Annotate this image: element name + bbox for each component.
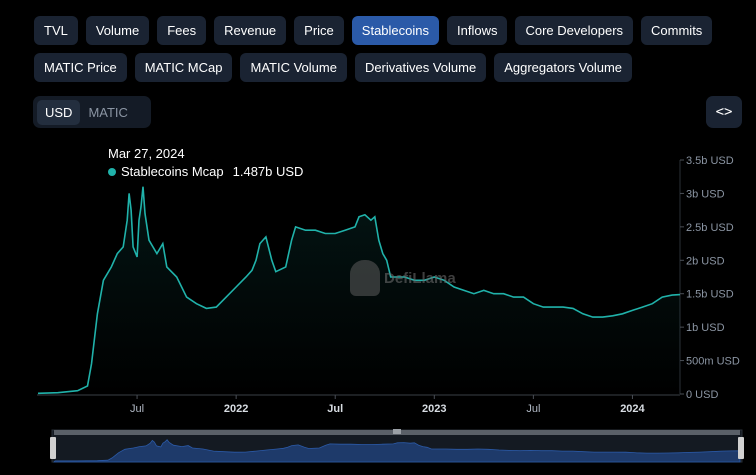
x-tick-label: 2024: [620, 403, 645, 415]
y-tick-label: 2b USD: [686, 255, 725, 267]
x-tick-label: Jul: [327, 403, 343, 415]
x-tick-label: Jul: [526, 403, 540, 415]
y-tick-label: 500m USD: [686, 356, 740, 368]
defillama-logo: [350, 260, 380, 296]
y-tick-label: 2.5b USD: [686, 222, 734, 234]
y-tick-label: 1.5b USD: [686, 289, 734, 301]
watermark-text: DefiLlama: [384, 269, 456, 287]
y-tick-label: 0 USD: [686, 389, 718, 401]
tooltip-date: Mar 27, 2024: [108, 146, 185, 161]
y-tick-label: 3.5b USD: [686, 155, 734, 167]
stablecoins-chart: 0 USD 500m USD 1b USD 1.5b USD 2b USD 2.5b US…: [37, 155, 744, 463]
y-tick-label: 1b USD: [686, 322, 725, 334]
series-color-dot: [108, 167, 116, 176]
range-slider-grip: [393, 429, 401, 434]
range-slider-left-handle: [50, 437, 56, 459]
y-tick-label: 3b USD: [686, 188, 725, 200]
tooltip-series-name: Stablecoins Mcap: [121, 164, 224, 179]
range-slider-right-handle: [738, 437, 744, 459]
x-tick-label: Jul: [130, 403, 144, 415]
x-tick-label: 2022: [224, 403, 248, 415]
tooltip-series: Stablecoins Mcap 1.487b USD: [108, 164, 303, 179]
defillama-watermark: DefiLlama: [350, 260, 456, 296]
tooltip-value: 1.487b USD: [232, 164, 304, 179]
x-tick-label: 2023: [422, 403, 446, 415]
